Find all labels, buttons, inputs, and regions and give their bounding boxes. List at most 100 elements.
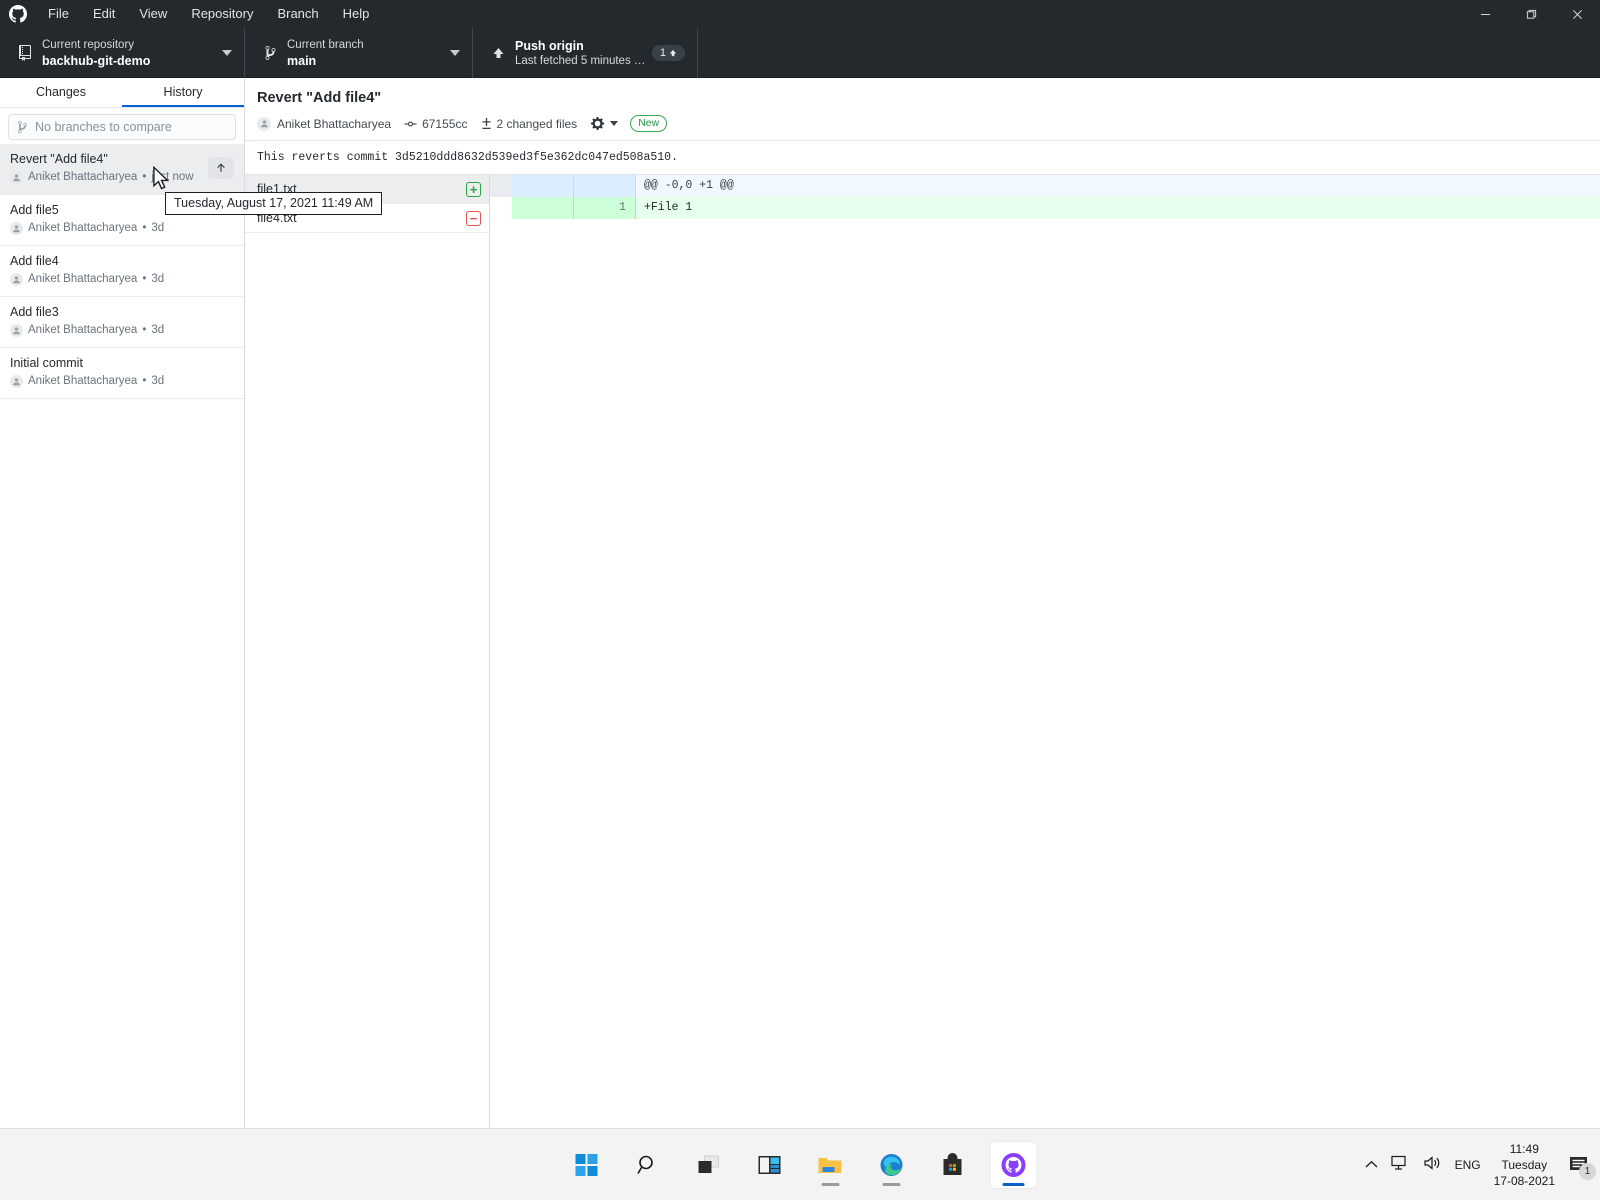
tray-expand-button[interactable] bbox=[1365, 1158, 1378, 1172]
commit-description: This reverts commit 3d5210ddd8632d539ed3… bbox=[245, 141, 1600, 175]
commit-time: just now bbox=[151, 171, 194, 183]
commit-meta-separator: • bbox=[142, 222, 147, 234]
taskbar-start-button[interactable] bbox=[564, 1142, 610, 1188]
tray-time: 11:49 bbox=[1509, 1141, 1539, 1156]
diff-marker-strip bbox=[490, 175, 512, 197]
menu-item-help[interactable]: Help bbox=[331, 0, 382, 28]
commit-author: Aniket Bhattacharyea bbox=[28, 375, 138, 387]
windows-start-icon bbox=[575, 1153, 598, 1176]
new-badge: New bbox=[630, 115, 668, 132]
commit-time: 3d bbox=[151, 375, 165, 387]
commit-author: Aniket Bhattacharyea bbox=[28, 324, 138, 336]
running-indicator bbox=[1002, 1182, 1025, 1186]
app-body: Changes History No branches to compare R… bbox=[0, 78, 1600, 1128]
taskbar-widgets-button[interactable] bbox=[747, 1142, 793, 1188]
diff-new-line-number: 1 bbox=[574, 197, 636, 219]
commit-list-item-3[interactable]: Add file3 Aniket Bhattacharyea • 3d bbox=[0, 297, 244, 348]
commit-meta: Aniket Bhattacharyea • 3d bbox=[10, 271, 234, 288]
commit-meta-separator: • bbox=[142, 324, 147, 336]
menu-item-branch[interactable]: Branch bbox=[265, 0, 330, 28]
commit-detail-panel: Revert "Add file4" Aniket Bhattacharyea … bbox=[245, 78, 1600, 1128]
running-indicator bbox=[882, 1182, 901, 1186]
notification-center-button[interactable]: 1 bbox=[1568, 1155, 1596, 1180]
windows-taskbar: ENG 11:49 Tuesday 17-08-2021 1 bbox=[0, 1128, 1600, 1200]
push-origin-button[interactable]: Push origin Last fetched 5 minutes ago 1 bbox=[473, 28, 698, 78]
title-bar: File Edit View Repository Branch Help bbox=[0, 0, 1600, 28]
branch-compare-placeholder: No branches to compare bbox=[35, 120, 172, 134]
taskbar-github-desktop-button[interactable] bbox=[990, 1141, 1037, 1188]
diff-hunk-header: @@ -0,0 +1 @@ bbox=[490, 175, 1600, 197]
folder-icon bbox=[818, 1157, 842, 1173]
branch-compare-wrapper: No branches to compare bbox=[0, 108, 244, 144]
commit-title: Add file3 bbox=[10, 305, 59, 319]
tray-language-indicator[interactable]: ENG bbox=[1455, 1158, 1481, 1172]
commit-author: Aniket Bhattacharyea bbox=[277, 116, 392, 131]
store-icon bbox=[943, 1152, 962, 1175]
diff-hunk-text: @@ -0,0 +1 @@ bbox=[636, 175, 1600, 197]
avatar bbox=[10, 324, 23, 337]
edge-icon bbox=[880, 1153, 903, 1176]
tray-clock[interactable]: 11:49 Tuesday 17-08-2021 bbox=[1494, 1141, 1555, 1189]
chevron-down-icon bbox=[222, 50, 232, 56]
undo-commit-button[interactable] bbox=[208, 157, 234, 179]
commit-meta-separator: • bbox=[142, 375, 147, 387]
window-controls bbox=[1462, 0, 1600, 28]
taskbar-file-explorer-button[interactable] bbox=[808, 1142, 854, 1188]
commit-detail-header: Revert "Add file4" Aniket Bhattacharyea … bbox=[245, 78, 1600, 141]
commit-sha[interactable]: 67155cc bbox=[403, 117, 467, 131]
tab-changes[interactable]: Changes bbox=[0, 78, 122, 107]
commit-list-item-4[interactable]: Initial commit Aniket Bhattacharyea • 3d bbox=[0, 348, 244, 399]
diff-options-button[interactable] bbox=[591, 116, 619, 131]
file-status-deleted-icon: − bbox=[466, 210, 481, 226]
commit-title: Add file4 bbox=[10, 254, 59, 268]
taskbar-task-view-button[interactable] bbox=[686, 1142, 732, 1188]
diff-icon bbox=[482, 117, 492, 130]
chevron-down-icon bbox=[610, 121, 619, 126]
taskbar-edge-button[interactable] bbox=[869, 1142, 915, 1188]
tray-volume-button[interactable] bbox=[1423, 1155, 1442, 1174]
diff-marker-strip bbox=[490, 197, 512, 219]
commit-meta-separator: • bbox=[142, 171, 147, 183]
taskbar-microsoft-store-button[interactable] bbox=[930, 1142, 976, 1188]
current-branch-button[interactable]: Current branch main bbox=[245, 28, 473, 78]
changed-files-list[interactable]: file1.txt + file4.txt − bbox=[245, 175, 490, 1128]
github-mark-icon bbox=[1001, 1152, 1026, 1177]
diff-old-line-number bbox=[512, 197, 574, 219]
menu-item-edit[interactable]: Edit bbox=[81, 0, 127, 28]
search-icon bbox=[637, 1155, 653, 1174]
notification-count: 1 bbox=[1579, 1162, 1596, 1180]
avatar bbox=[10, 375, 23, 388]
close-button[interactable] bbox=[1554, 0, 1600, 28]
commit-author: Aniket Bhattacharyea bbox=[28, 273, 138, 285]
commit-list-item-2[interactable]: Add file4 Aniket Bhattacharyea • 3d bbox=[0, 246, 244, 297]
tab-history[interactable]: History bbox=[122, 78, 244, 107]
network-icon bbox=[1390, 1155, 1406, 1170]
taskbar-apps bbox=[564, 1141, 1037, 1188]
commit-sha-text: 67155cc bbox=[422, 116, 468, 131]
menu-item-view[interactable]: View bbox=[127, 0, 179, 28]
tray-date: 17-08-2021 bbox=[1493, 1173, 1555, 1188]
avatar bbox=[10, 171, 23, 184]
page-title: Revert "Add file4" bbox=[257, 90, 382, 106]
menu-item-file[interactable]: File bbox=[36, 0, 81, 28]
diff-viewer[interactable]: @@ -0,0 +1 @@ 1 +File 1 bbox=[490, 175, 1600, 1128]
avatar bbox=[10, 222, 23, 235]
current-repository-button[interactable]: Current repository backhub-git-demo bbox=[0, 28, 245, 78]
branch-compare-input[interactable]: No branches to compare bbox=[8, 114, 236, 140]
maximize-button[interactable] bbox=[1508, 0, 1554, 28]
volume-icon bbox=[1423, 1156, 1439, 1170]
file-status-added-icon: + bbox=[466, 181, 481, 197]
minimize-button[interactable] bbox=[1462, 0, 1508, 28]
taskbar-search-button[interactable] bbox=[625, 1142, 671, 1188]
commit-list-item-0[interactable]: Revert "Add file4" Aniket Bhattacharyea … bbox=[0, 144, 244, 195]
changed-files: 2 changed files bbox=[481, 117, 577, 131]
sidebar: Changes History No branches to compare R… bbox=[0, 78, 245, 1128]
menu-item-repository[interactable]: Repository bbox=[179, 0, 265, 28]
branch-icon bbox=[257, 45, 283, 61]
chevron-up-icon bbox=[1365, 1160, 1378, 1167]
commit-meta: Aniket Bhattacharyea • 3d bbox=[10, 220, 234, 237]
tray-network-button[interactable] bbox=[1390, 1155, 1410, 1174]
repo-icon bbox=[12, 45, 38, 61]
commit-time: 3d bbox=[151, 324, 165, 336]
commit-history-list[interactable]: Revert "Add file4" Aniket Bhattacharyea … bbox=[0, 144, 244, 1128]
